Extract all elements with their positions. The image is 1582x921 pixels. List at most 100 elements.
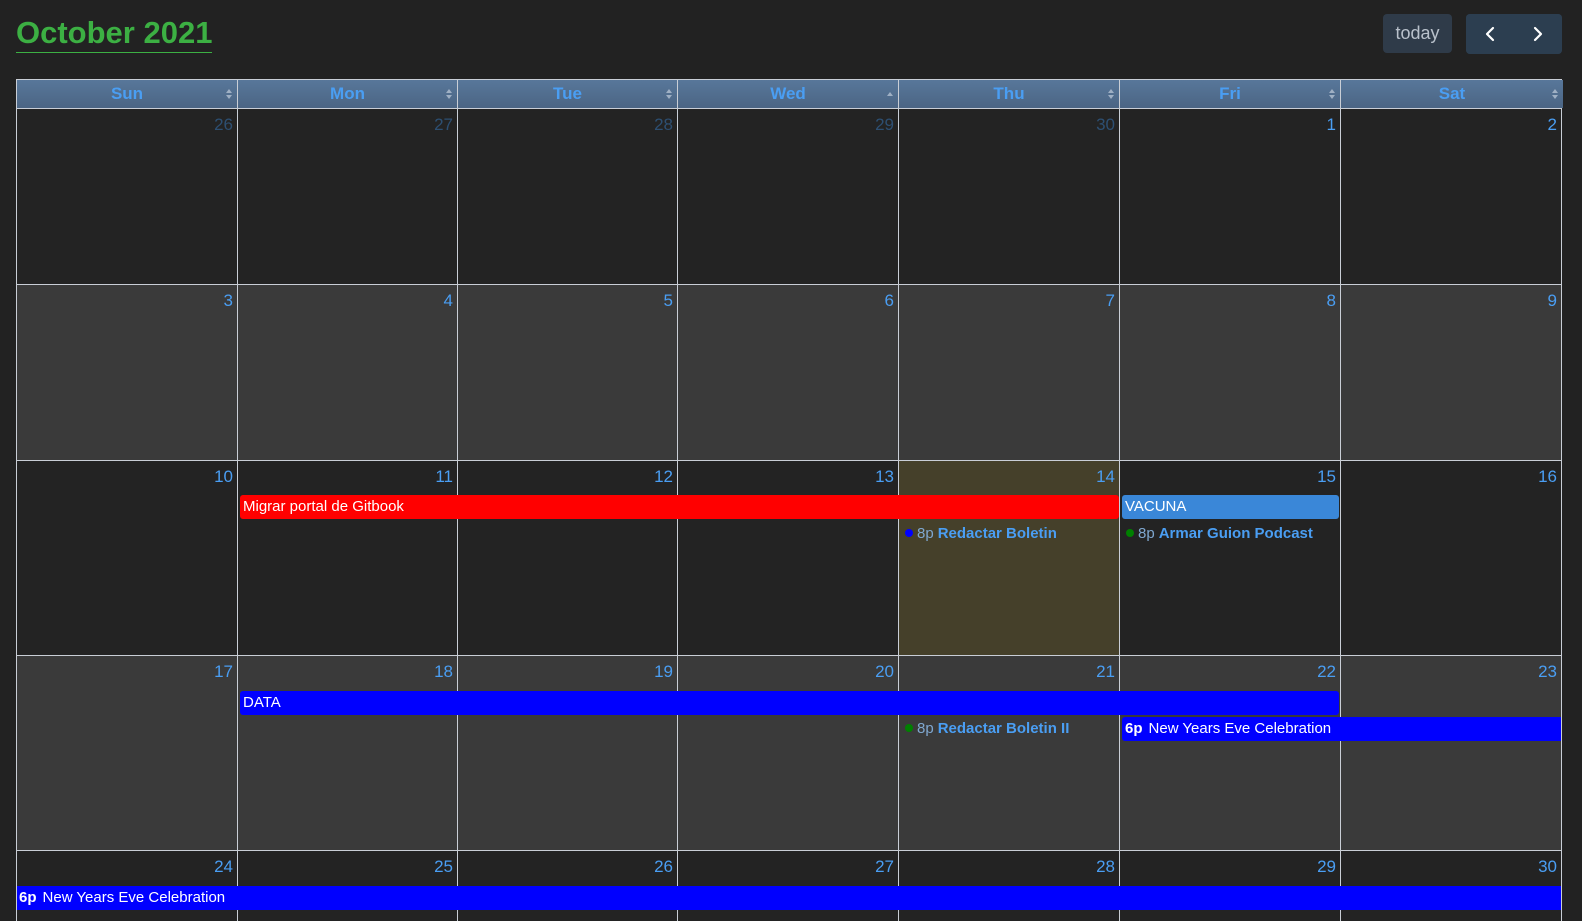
- day-number[interactable]: 24: [214, 857, 233, 877]
- day-cell[interactable]: 6: [678, 285, 899, 460]
- day-number[interactable]: 7: [1106, 291, 1115, 311]
- day-number[interactable]: 5: [664, 291, 673, 311]
- day-number[interactable]: 25: [434, 857, 453, 877]
- event-redactar-boletin[interactable]: 8p Redactar Boletin: [905, 524, 1057, 544]
- event-redactar-boletin-ii[interactable]: 8p Redactar Boletin II: [905, 719, 1069, 739]
- day-number[interactable]: 26: [214, 115, 233, 135]
- day-number[interactable]: 12: [654, 467, 673, 487]
- day-number[interactable]: 27: [875, 857, 894, 877]
- day-number[interactable]: 3: [224, 291, 233, 311]
- chevron-right-icon: [1533, 26, 1543, 42]
- sort-icon: [1552, 89, 1558, 99]
- day-cell[interactable]: 29: [678, 109, 899, 284]
- event-title: New Years Eve Celebration: [42, 889, 226, 906]
- day-number[interactable]: 14: [1096, 467, 1115, 487]
- weekday-label: Tue: [553, 84, 582, 103]
- day-cell[interactable]: 5: [458, 285, 678, 460]
- day-cell[interactable]: 4: [238, 285, 458, 460]
- day-number[interactable]: 22: [1317, 662, 1336, 682]
- day-number[interactable]: 23: [1538, 662, 1557, 682]
- day-cell[interactable]: 3: [17, 285, 238, 460]
- day-number[interactable]: 29: [1317, 857, 1336, 877]
- weekday-label: Wed: [770, 84, 806, 103]
- weekday-header-wed[interactable]: Wed: [678, 80, 899, 108]
- calendar-app: October 2021 today Sun Mon Tue Wed Thu F…: [0, 0, 1582, 921]
- event-data[interactable]: DATA: [240, 691, 1339, 715]
- day-number[interactable]: 4: [444, 291, 453, 311]
- day-cell[interactable]: 27: [238, 109, 458, 284]
- event-dot-icon: [905, 724, 913, 732]
- weekday-label: Sat: [1438, 84, 1466, 103]
- day-number[interactable]: 30: [1538, 857, 1557, 877]
- day-cell[interactable]: 15: [1120, 461, 1341, 655]
- day-cell[interactable]: 12: [458, 461, 678, 655]
- today-button[interactable]: today: [1383, 14, 1452, 53]
- event-title: New Years Eve Celebration: [1148, 720, 1332, 737]
- day-cell[interactable]: 21: [899, 656, 1120, 850]
- day-number[interactable]: 15: [1317, 467, 1336, 487]
- day-cell[interactable]: 19: [458, 656, 678, 850]
- day-number[interactable]: 11: [435, 467, 453, 487]
- event-vacuna[interactable]: VACUNA: [1122, 495, 1339, 519]
- day-cell[interactable]: 26: [17, 109, 238, 284]
- day-number[interactable]: 20: [875, 662, 894, 682]
- day-cell[interactable]: 7: [899, 285, 1120, 460]
- day-cell[interactable]: 28: [458, 109, 678, 284]
- day-number[interactable]: 10: [214, 467, 233, 487]
- day-cell[interactable]: 8: [1120, 285, 1341, 460]
- day-cell[interactable]: 16: [1341, 461, 1561, 655]
- day-number[interactable]: 16: [1538, 467, 1557, 487]
- calendar-title: October 2021: [16, 14, 213, 53]
- event-new-years-eve[interactable]: 6p New Years Eve Celebration: [1122, 717, 1561, 741]
- day-number[interactable]: 2: [1548, 115, 1557, 135]
- weekday-header-tue[interactable]: Tue: [458, 80, 678, 108]
- prev-month-button[interactable]: [1466, 14, 1514, 54]
- day-number[interactable]: 21: [1096, 662, 1115, 682]
- day-cell[interactable]: 1: [1120, 109, 1341, 284]
- day-cell-today[interactable]: 14: [899, 461, 1120, 655]
- weekday-label: Thu: [993, 84, 1025, 103]
- weekday-header-thu[interactable]: Thu: [899, 80, 1120, 108]
- event-armar-guion-podcast[interactable]: 8p Armar Guion Podcast: [1126, 524, 1313, 544]
- day-number[interactable]: 30: [1096, 115, 1115, 135]
- week-row: 17 18 19 20 21 22 23: [17, 656, 1561, 851]
- event-title: DATA: [243, 694, 281, 711]
- day-cell[interactable]: 18: [238, 656, 458, 850]
- day-number[interactable]: 28: [654, 115, 673, 135]
- day-number[interactable]: 26: [654, 857, 673, 877]
- day-cell[interactable]: 22: [1120, 656, 1341, 850]
- week-row: 26 27 28 29 30 1 2: [17, 109, 1561, 285]
- day-cell[interactable]: 23: [1341, 656, 1561, 850]
- day-number[interactable]: 13: [875, 467, 894, 487]
- weekday-header: Sun Mon Tue Wed Thu Fri Sat: [16, 79, 1563, 109]
- event-title: Redactar Boletin II: [937, 720, 1070, 737]
- nav-button-group: [1466, 14, 1562, 54]
- day-number[interactable]: 18: [434, 662, 453, 682]
- day-number[interactable]: 1: [1327, 115, 1336, 135]
- day-number[interactable]: 6: [885, 291, 894, 311]
- next-month-button[interactable]: [1514, 14, 1562, 54]
- day-cell[interactable]: 9: [1341, 285, 1561, 460]
- weekday-header-mon[interactable]: Mon: [238, 80, 458, 108]
- weekday-header-fri[interactable]: Fri: [1120, 80, 1341, 108]
- day-cell[interactable]: 10: [17, 461, 238, 655]
- weekday-header-sat[interactable]: Sat: [1341, 80, 1563, 108]
- day-cell[interactable]: 2: [1341, 109, 1561, 284]
- day-cell[interactable]: 11: [238, 461, 458, 655]
- day-number[interactable]: 19: [654, 662, 673, 682]
- day-number[interactable]: 9: [1548, 291, 1557, 311]
- event-title: Armar Guion Podcast: [1158, 525, 1313, 542]
- sort-ascending-icon: [887, 89, 893, 99]
- day-number[interactable]: 29: [875, 115, 894, 135]
- event-migrar-portal[interactable]: Migrar portal de Gitbook: [240, 495, 1119, 519]
- day-number[interactable]: 8: [1327, 291, 1336, 311]
- event-new-years-eve-continued[interactable]: 6p New Years Eve Celebration: [17, 886, 1561, 910]
- weekday-header-sun[interactable]: Sun: [17, 80, 238, 108]
- day-number[interactable]: 17: [214, 662, 233, 682]
- day-number[interactable]: 27: [434, 115, 453, 135]
- day-cell[interactable]: 20: [678, 656, 899, 850]
- day-cell[interactable]: 17: [17, 656, 238, 850]
- day-number[interactable]: 28: [1096, 857, 1115, 877]
- day-cell[interactable]: 13: [678, 461, 899, 655]
- day-cell[interactable]: 30: [899, 109, 1120, 284]
